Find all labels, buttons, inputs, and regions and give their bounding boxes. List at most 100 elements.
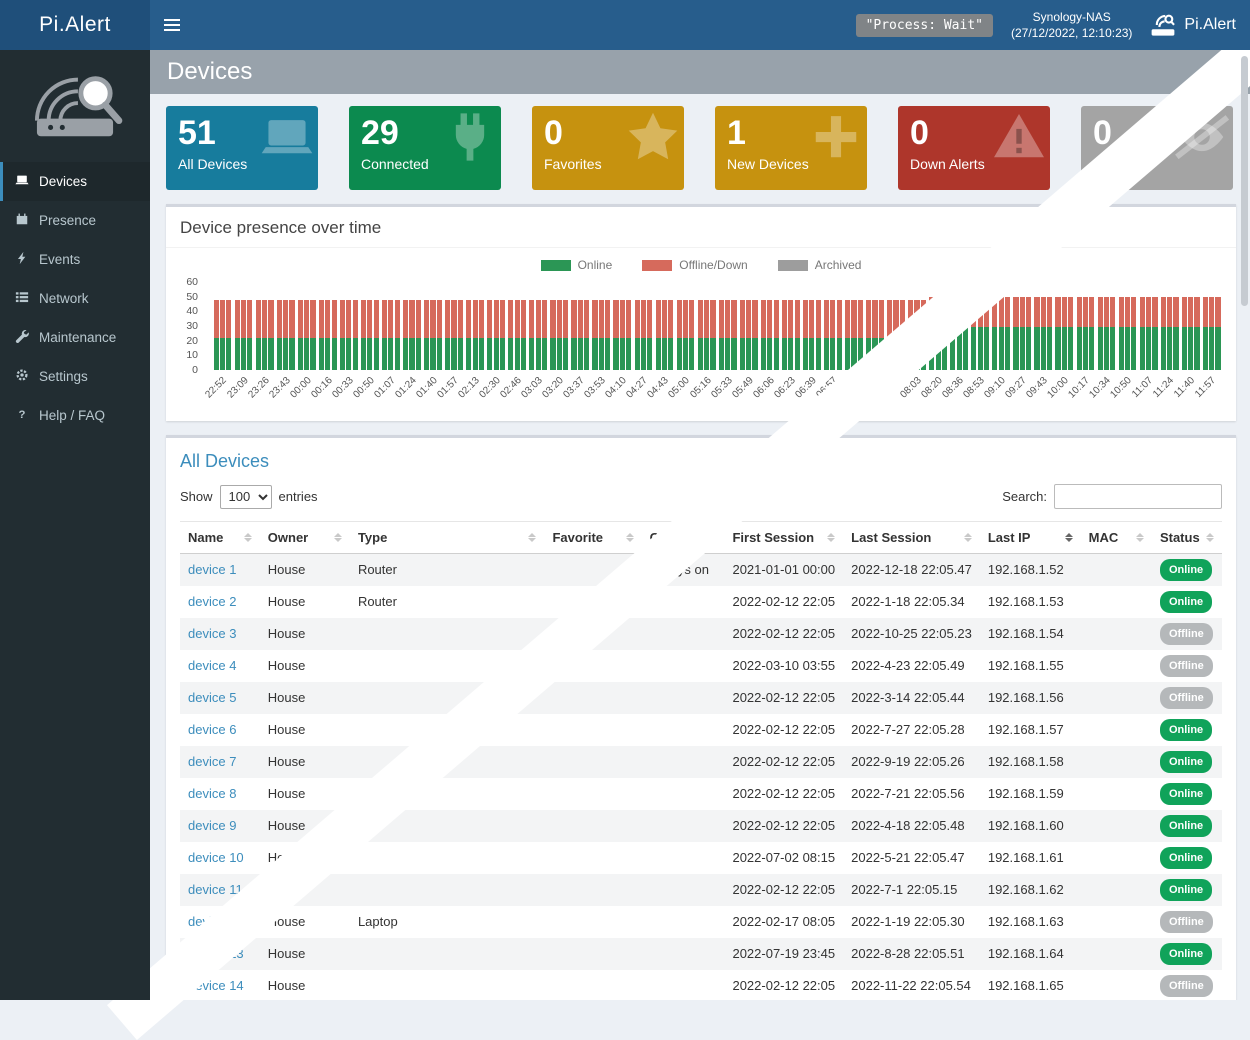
cell-last_session: 2022-11-22 22:05.54: [843, 970, 980, 1000]
cell-owner: House: [260, 618, 350, 650]
stacked-bar: [451, 282, 456, 370]
bar-group: [1180, 282, 1201, 370]
stacked-bar: [1047, 282, 1052, 370]
scrollbar-thumb[interactable]: [1241, 56, 1248, 306]
stacked-bar: [1077, 282, 1082, 370]
sidebar-item-presence[interactable]: Presence: [0, 201, 150, 240]
column-header-owner[interactable]: Owner: [260, 522, 350, 554]
sidebar-item-settings[interactable]: Settings: [0, 357, 150, 396]
bar-segment-online: [710, 338, 715, 370]
summary-card-all-devices[interactable]: 51All Devices: [166, 106, 318, 190]
cell-type: [350, 874, 545, 906]
sidebar-item-network[interactable]: Network: [0, 279, 150, 318]
stacked-bar: [424, 282, 429, 370]
bar-group: [275, 282, 296, 370]
bar-segment-online: [437, 338, 442, 370]
stacked-bar: [340, 282, 345, 370]
device-link[interactable]: device 7: [188, 754, 236, 769]
status-badge: Online: [1160, 815, 1212, 837]
bar-segment-online: [346, 338, 351, 370]
column-header-favorite[interactable]: Favorite: [544, 522, 641, 554]
column-label: Status: [1160, 530, 1200, 545]
y-tick-label: 20: [186, 335, 198, 347]
bar-segment-offline-down: [1005, 297, 1010, 328]
device-link[interactable]: device 8: [188, 786, 236, 801]
bar-segment-offline-down: [1125, 297, 1130, 328]
bar-segment-offline-down: [529, 300, 534, 338]
navbar-app-link[interactable]: Pi.Alert: [1150, 12, 1236, 38]
device-link[interactable]: device 11: [188, 882, 243, 897]
sidebar-toggle-icon[interactable]: [150, 0, 194, 50]
bar-segment-offline-down: [809, 300, 814, 338]
device-link[interactable]: device 1: [188, 562, 236, 577]
search-input[interactable]: [1054, 484, 1222, 509]
cell-first_session: 2022-07-19 23:45: [724, 938, 843, 970]
column-header-type[interactable]: Type: [350, 522, 545, 554]
column-header-status[interactable]: Status: [1152, 522, 1222, 554]
bar-segment-online: [683, 338, 688, 370]
bar-segment-offline-down: [241, 300, 246, 338]
column-header-mac[interactable]: MAC: [1081, 522, 1152, 554]
bar-segment-offline-down: [752, 300, 757, 338]
stacked-bar: [466, 282, 471, 370]
column-header-first-session[interactable]: First Session: [724, 522, 843, 554]
stacked-bar: [879, 282, 884, 370]
summary-card-favorites[interactable]: 0Favorites: [532, 106, 684, 190]
bar-segment-online: [395, 338, 400, 370]
sidebar-item-label: Presence: [39, 213, 96, 228]
plus-icon: [809, 110, 863, 169]
device-link[interactable]: device 6: [188, 722, 236, 737]
device-link[interactable]: device 9: [188, 818, 236, 833]
device-link[interactable]: device 5: [188, 690, 236, 705]
legend-label: Archived: [815, 258, 862, 272]
legend-item-offline-down: Offline/Down: [642, 258, 747, 272]
stacked-bar: [262, 282, 267, 370]
cell-owner: House: [260, 682, 350, 714]
bar-segment-offline-down: [388, 300, 393, 338]
cell-last_ip: 192.168.1.63: [980, 906, 1081, 938]
bar-group: [444, 282, 465, 370]
device-link[interactable]: device 3: [188, 626, 236, 641]
table-row-10: device 10House2022-07-02 08:152022-5-21 …: [180, 842, 1222, 874]
summary-card-down-alerts[interactable]: 0Down Alerts: [898, 106, 1050, 190]
stacked-bar: [635, 282, 640, 370]
device-link[interactable]: device 4: [188, 658, 236, 673]
device-link[interactable]: device 10: [188, 850, 244, 865]
stacked-bar: [872, 282, 877, 370]
bar-segment-online: [725, 338, 730, 370]
sidebar-item-events[interactable]: Events: [0, 240, 150, 279]
cell-group: [642, 682, 725, 714]
column-header-group[interactable]: Group: [642, 522, 725, 554]
bar-segment-offline-down: [1167, 297, 1172, 328]
sidebar-item-help-faq[interactable]: ?Help / FAQ: [0, 396, 150, 435]
stacked-bar: [809, 282, 814, 370]
status-badge: Online: [1160, 559, 1212, 581]
bar-segment-online: [662, 338, 667, 370]
column-header-last-session[interactable]: Last Session: [843, 522, 980, 554]
device-link[interactable]: device 14: [188, 978, 244, 993]
bar-segment-offline-down: [767, 300, 772, 338]
brand-logo[interactable]: Pi.Alert: [0, 0, 150, 50]
stacked-bar: [999, 282, 1004, 370]
status-badge: Online: [1160, 943, 1212, 965]
column-header-name[interactable]: Name: [180, 522, 260, 554]
summary-card-new-devices[interactable]: 1New Devices: [715, 106, 867, 190]
table-header-row: NameOwnerTypeFavoriteGroupFirst SessionL…: [180, 522, 1222, 554]
bar-segment-online: [1089, 327, 1094, 370]
page-length-select[interactable]: 100: [220, 485, 272, 509]
column-header-last-ip[interactable]: Last IP: [980, 522, 1081, 554]
bar-segment-online: [1098, 327, 1103, 370]
gear-icon: [15, 368, 29, 385]
device-link[interactable]: device 13: [188, 946, 244, 961]
sidebar-item-devices[interactable]: Devices: [0, 162, 150, 201]
summary-card-connected[interactable]: 29Connected: [349, 106, 501, 190]
status-badge: Offline: [1160, 975, 1213, 997]
cell-last_session: 2022-7-27 22:05.28: [843, 714, 980, 746]
stacked-bar: [950, 282, 955, 370]
question-icon: ?: [15, 407, 29, 424]
device-link[interactable]: device 2: [188, 594, 236, 609]
device-link[interactable]: device 12: [188, 914, 244, 929]
bar-segment-offline-down: [879, 300, 884, 338]
sidebar-item-maintenance[interactable]: Maintenance: [0, 318, 150, 357]
summary-card-archived[interactable]: 0Archived: [1081, 106, 1233, 190]
